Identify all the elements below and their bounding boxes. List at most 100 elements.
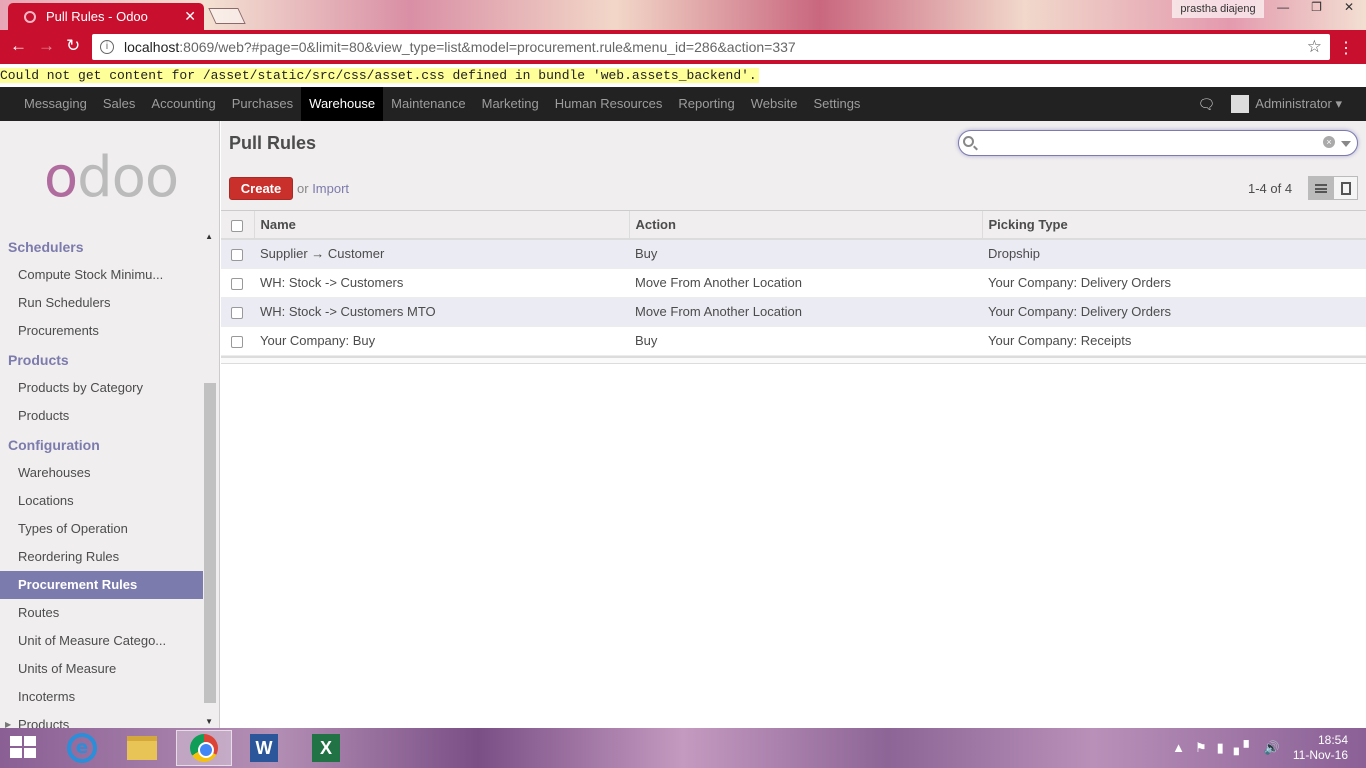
- topmenu-marketing[interactable]: Marketing: [474, 87, 547, 121]
- table-row[interactable]: WH: Stock -> Customers Move From Another…: [221, 268, 1366, 298]
- column-header-name[interactable]: Name: [254, 211, 630, 240]
- sidebar-item-incoterms[interactable]: Incoterms: [0, 683, 203, 711]
- search-icon: [963, 136, 974, 147]
- row-checkbox[interactable]: [231, 248, 243, 261]
- clear-search-icon[interactable]: ×: [1323, 136, 1335, 148]
- row-checkbox-cell: [221, 326, 254, 356]
- action-center-icon[interactable]: ⚑: [1195, 740, 1207, 756]
- sidebar-section-products: Products Products by Category Products: [0, 346, 203, 430]
- new-tab-button[interactable]: [208, 8, 246, 24]
- volume-icon[interactable]: 🔊: [1264, 740, 1280, 756]
- sidebar-item-products[interactable]: Products: [0, 402, 203, 430]
- taskbar-word[interactable]: W: [236, 730, 292, 766]
- sidebar-item-uom-categories[interactable]: Unit of Measure Catego...: [0, 627, 203, 655]
- sidebar-item-reordering-rules[interactable]: Reordering Rules: [0, 543, 203, 571]
- sidebar-scrollbar-thumb[interactable]: [204, 383, 216, 703]
- sidebar-section-schedulers: Schedulers Compute Stock Minimu... Run S…: [0, 233, 203, 345]
- browser-toolbar: ← → ↻ i localhost:8069/web?#page=0&limit…: [0, 30, 1366, 64]
- site-info-icon[interactable]: i: [100, 40, 114, 54]
- taskbar-chrome[interactable]: [176, 730, 232, 766]
- sidebar-item-products-group[interactable]: ▶ Products: [0, 711, 203, 728]
- cell-picking-type: Your Company: Delivery Orders: [982, 297, 1366, 327]
- table-row[interactable]: Your Company: Buy Buy Your Company: Rece…: [221, 326, 1366, 356]
- sidebar-item-routes[interactable]: Routes: [0, 599, 203, 627]
- scroll-up-icon[interactable]: ▲: [205, 232, 213, 241]
- minimize-icon[interactable]: —: [1277, 0, 1289, 14]
- taskbar-excel[interactable]: X: [298, 730, 354, 766]
- odoo-favicon-icon: [24, 10, 36, 23]
- list-view-button[interactable]: [1308, 176, 1333, 200]
- topmenu-human-resources[interactable]: Human Resources: [547, 87, 671, 121]
- cell-name: Your Company: Buy: [254, 326, 629, 356]
- cell-action: Buy: [629, 239, 982, 269]
- form-view-button[interactable]: [1333, 176, 1358, 200]
- topmenu-maintenance[interactable]: Maintenance: [383, 87, 473, 121]
- sidebar-item-products-by-category[interactable]: Products by Category: [0, 374, 203, 402]
- browser-menu-icon[interactable]: ⋮: [1338, 38, 1354, 58]
- column-header-picking-type[interactable]: Picking Type: [982, 211, 1366, 240]
- taskbar-file-explorer[interactable]: [114, 730, 170, 766]
- address-bar[interactable]: i localhost:8069/web?#page=0&limit=80&vi…: [92, 34, 1330, 60]
- search-input[interactable]: [979, 134, 1319, 152]
- create-button[interactable]: Create: [229, 177, 293, 200]
- topmenu-messaging[interactable]: Messaging: [16, 87, 95, 121]
- table-row[interactable]: Supplier → Customer Buy Dropship: [221, 239, 1366, 269]
- sidebar-item-compute-stock-minimum[interactable]: Compute Stock Minimu...: [0, 261, 203, 289]
- sidebar-item-procurements[interactable]: Procurements: [0, 317, 203, 345]
- user-menu[interactable]: Administrator ▾: [1255, 96, 1342, 112]
- sidebar-item-types-of-operation[interactable]: Types of Operation: [0, 515, 203, 543]
- network-icon[interactable]: ▖▘: [1234, 740, 1254, 756]
- cell-picking-type: Your Company: Receipts: [982, 326, 1366, 356]
- taskbar-internet-explorer[interactable]: e: [54, 730, 110, 766]
- forward-icon[interactable]: →: [38, 36, 55, 56]
- tray-expand-icon[interactable]: ▲: [1172, 740, 1185, 756]
- sidebar-item-locations[interactable]: Locations: [0, 487, 203, 515]
- scroll-down-icon[interactable]: ▼: [205, 717, 213, 726]
- topmenu-sales[interactable]: Sales: [95, 87, 144, 121]
- clock-time: 18:54: [1317, 733, 1348, 747]
- browser-profile-chip[interactable]: prastha diajeng: [1172, 0, 1264, 18]
- sidebar-item-warehouses[interactable]: Warehouses: [0, 459, 203, 487]
- odoo-logo[interactable]: o doo: [26, 145, 196, 210]
- import-link[interactable]: Import: [312, 181, 349, 196]
- row-checkbox[interactable]: [231, 335, 243, 348]
- back-icon[interactable]: ←: [10, 36, 27, 56]
- row-checkbox[interactable]: [231, 306, 243, 319]
- search-box[interactable]: ×: [958, 130, 1358, 156]
- search-options-caret-icon[interactable]: [1341, 141, 1351, 147]
- odoo-top-menu: Messaging Sales Accounting Purchases War…: [0, 87, 1366, 121]
- sidebar-item-units-of-measure[interactable]: Units of Measure: [0, 655, 203, 683]
- sidebar-section-title: Configuration: [8, 437, 100, 453]
- windows-start-icon[interactable]: [10, 736, 38, 760]
- reload-icon[interactable]: ↻: [66, 36, 80, 56]
- restore-icon[interactable]: ❐: [1311, 0, 1322, 14]
- browser-tab[interactable]: Pull Rules - Odoo ✕: [8, 3, 204, 30]
- sidebar-item-run-schedulers[interactable]: Run Schedulers: [0, 289, 203, 317]
- sidebar-section-title: Schedulers: [8, 239, 84, 255]
- main-content: Pull Rules × Create or Import 1-4 of 4 N…: [221, 121, 1366, 728]
- tab-close-icon[interactable]: ✕: [184, 8, 196, 25]
- bookmark-star-icon[interactable]: ☆: [1307, 37, 1322, 57]
- sidebar-section-title: Products: [8, 352, 69, 368]
- column-header-action[interactable]: Action: [629, 211, 983, 240]
- taskbar-clock[interactable]: 18:54 11-Nov-16: [1293, 733, 1348, 763]
- asset-error-bar: Could not get content for /asset/static/…: [0, 64, 1366, 87]
- form-view-icon: [1340, 181, 1351, 195]
- system-tray: ▲ ⚑ ▮ ▖▘ 🔊: [1172, 740, 1280, 756]
- power-icon[interactable]: ▮: [1217, 740, 1224, 756]
- topmenu-warehouse[interactable]: Warehouse: [301, 87, 384, 121]
- select-all-checkbox[interactable]: [231, 219, 243, 232]
- chat-icon[interactable]: 🗨: [1198, 96, 1216, 113]
- topmenu-settings[interactable]: Settings: [805, 87, 868, 121]
- cell-name: WH: Stock -> Customers: [254, 268, 629, 298]
- sidebar-item-procurement-rules[interactable]: Procurement Rules: [0, 571, 203, 599]
- topmenu-website[interactable]: Website: [743, 87, 806, 121]
- pager-value[interactable]: 1-4 of 4: [1248, 181, 1292, 196]
- clock-date: 11-Nov-16: [1292, 748, 1348, 762]
- close-window-icon[interactable]: ✕: [1344, 0, 1354, 14]
- topmenu-purchases[interactable]: Purchases: [224, 87, 301, 121]
- topmenu-accounting[interactable]: Accounting: [143, 87, 223, 121]
- row-checkbox[interactable]: [231, 277, 243, 290]
- table-row[interactable]: WH: Stock -> Customers MTO Move From Ano…: [221, 297, 1366, 327]
- topmenu-reporting[interactable]: Reporting: [670, 87, 742, 121]
